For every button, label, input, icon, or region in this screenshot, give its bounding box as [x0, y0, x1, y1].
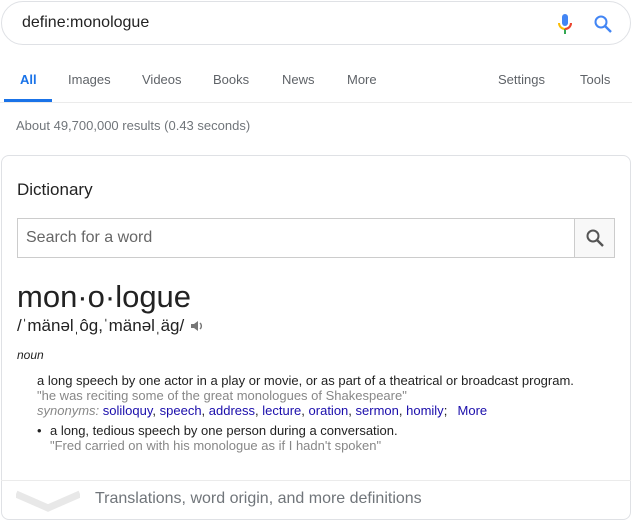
synonym-link[interactable]: lecture	[262, 403, 301, 418]
search-icon	[586, 229, 604, 247]
word-search-input[interactable]	[26, 229, 566, 247]
more-definitions-link[interactable]: Translations, word origin, and more defi…	[95, 490, 422, 508]
search-bar	[1, 1, 631, 45]
definition-2: • a long, tedious speech by one person d…	[37, 423, 398, 453]
word-search-box	[17, 218, 615, 258]
search-icon[interactable]	[593, 14, 613, 34]
bullet: •	[37, 423, 42, 438]
synonym-link[interactable]: sermon	[356, 403, 399, 418]
dictionary-card	[1, 155, 631, 520]
synonym-link[interactable]: homily	[406, 403, 444, 418]
word-search-button[interactable]	[574, 219, 614, 257]
part-of-speech: noun	[17, 348, 44, 362]
synonym-link[interactable]: soliloquy	[103, 403, 153, 418]
tab-images[interactable]: Images	[68, 72, 111, 87]
synonyms: synonyms: soliloquy, speech, address, le…	[37, 403, 488, 418]
search-input[interactable]	[22, 14, 522, 32]
synonym-link[interactable]: address	[209, 403, 255, 418]
result-stats: About 49,700,000 results (0.43 seconds)	[16, 118, 251, 133]
definition-text: a long speech by one actor in a play or …	[37, 373, 574, 388]
tab-more[interactable]: More	[347, 72, 377, 87]
tab-settings[interactable]: Settings	[498, 72, 545, 87]
divider	[0, 102, 632, 103]
chevron-down-icon[interactable]	[16, 490, 80, 512]
divider	[1, 480, 631, 481]
pronunciation: /ˈmänəlˌôɡ,ˈmänəlˌäɡ/	[17, 316, 185, 335]
definition-text: a long, tedious speech by one person dur…	[50, 423, 398, 438]
mic-icon[interactable]	[557, 13, 573, 35]
tab-tools[interactable]: Tools	[580, 72, 610, 87]
definition-example: "Fred carried on with his monologue as i…	[50, 438, 382, 453]
card-title: Dictionary	[17, 180, 93, 199]
headword: mon·o·logue	[17, 279, 192, 314]
tab-all[interactable]: All	[20, 72, 37, 87]
definition-example: "he was reciting some of the great monol…	[37, 388, 407, 403]
speaker-icon[interactable]	[190, 319, 204, 333]
pronunciation-row: /ˈmänəlˌôɡ,ˈmänəlˌäɡ/	[17, 316, 204, 336]
synonym-link[interactable]: speech	[160, 403, 202, 418]
synonym-link[interactable]: oration	[309, 403, 349, 418]
definition-1: a long speech by one actor in a play or …	[37, 373, 574, 418]
synonyms-label: synonyms:	[37, 403, 100, 418]
tab-news[interactable]: News	[282, 72, 315, 87]
more-synonyms-link[interactable]: More	[458, 403, 488, 418]
tab-books[interactable]: Books	[213, 72, 249, 87]
tab-videos[interactable]: Videos	[142, 72, 182, 87]
